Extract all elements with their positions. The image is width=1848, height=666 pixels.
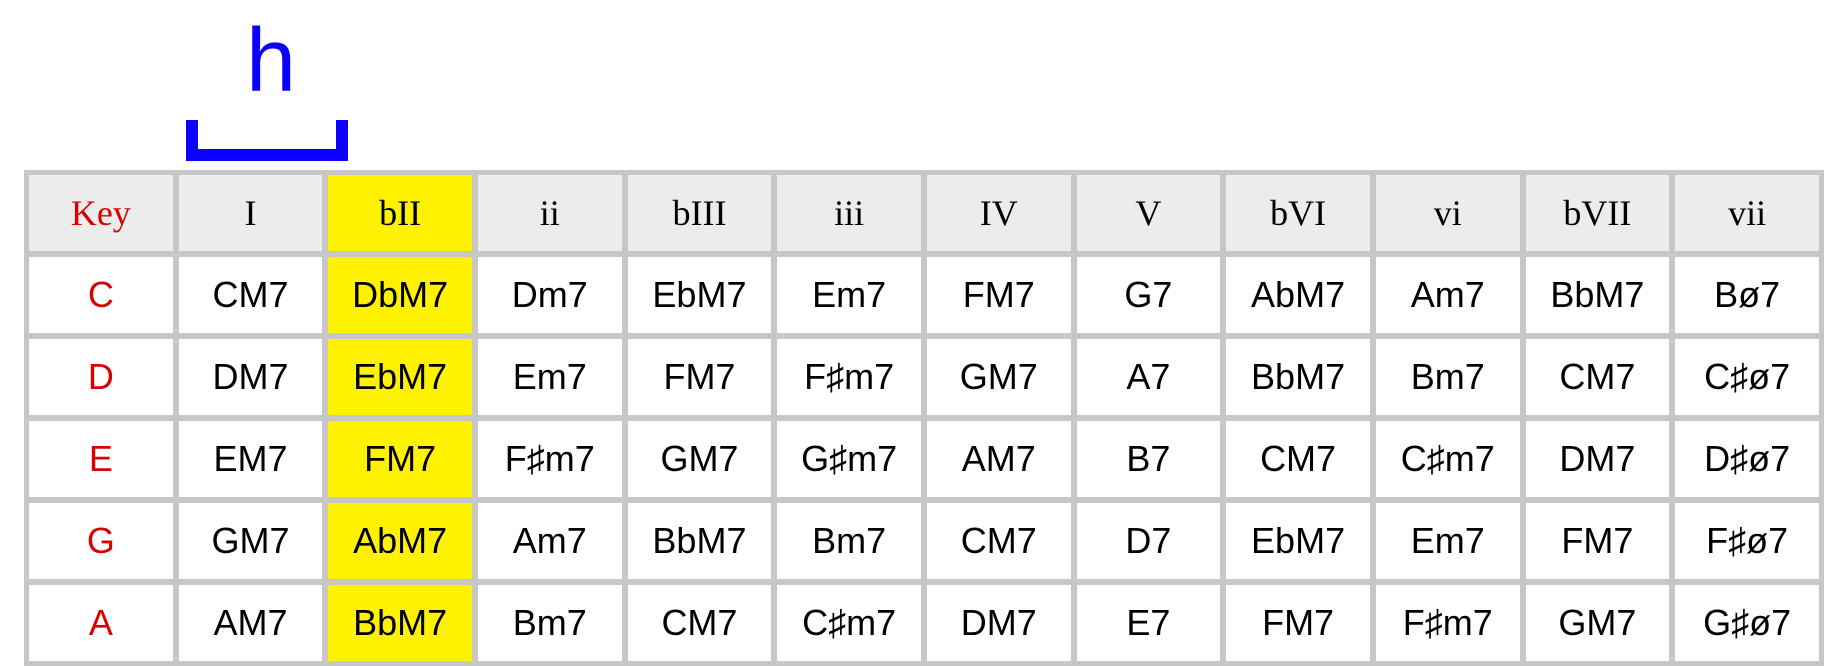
cell: EbM7 [327, 338, 473, 416]
halfstep-annotation: h [24, 20, 1848, 170]
row-key: C [28, 256, 174, 334]
cell: Am7 [1375, 256, 1521, 334]
cell: F♯m7 [1375, 584, 1521, 662]
cell: D♯ø7 [1674, 420, 1820, 498]
cell: EM7 [178, 420, 324, 498]
cell: F♯m7 [477, 420, 623, 498]
table-row: G GM7 AbM7 Am7 BbM7 Bm7 CM7 D7 EbM7 Em7 … [28, 502, 1820, 580]
cell: G7 [1076, 256, 1222, 334]
cell: DM7 [926, 584, 1072, 662]
header-bII: bII [327, 174, 473, 252]
header-iii: iii [776, 174, 922, 252]
header-row: Key I bII ii bIII iii IV V bVI vi bVII v… [28, 174, 1820, 252]
cell: DbM7 [327, 256, 473, 334]
header-IV: IV [926, 174, 1072, 252]
cell: FM7 [926, 256, 1072, 334]
table-row: A AM7 BbM7 Bm7 CM7 C♯m7 DM7 E7 FM7 F♯m7 … [28, 584, 1820, 662]
cell: Em7 [477, 338, 623, 416]
header-bVII: bVII [1525, 174, 1671, 252]
halfstep-bracket-icon [24, 20, 424, 180]
table-row: C CM7 DbM7 Dm7 EbM7 Em7 FM7 G7 AbM7 Am7 … [28, 256, 1820, 334]
cell: CM7 [1225, 420, 1371, 498]
cell: FM7 [327, 420, 473, 498]
cell: E7 [1076, 584, 1222, 662]
header-bVI: bVI [1225, 174, 1371, 252]
cell: AM7 [178, 584, 324, 662]
cell: F♯m7 [776, 338, 922, 416]
table-row: E EM7 FM7 F♯m7 GM7 G♯m7 AM7 B7 CM7 C♯m7 … [28, 420, 1820, 498]
row-key: A [28, 584, 174, 662]
cell: GM7 [178, 502, 324, 580]
cell: FM7 [1525, 502, 1671, 580]
cell: Am7 [477, 502, 623, 580]
cell: CM7 [178, 256, 324, 334]
header-vi: vi [1375, 174, 1521, 252]
cell: AM7 [926, 420, 1072, 498]
cell: CM7 [926, 502, 1072, 580]
cell: CM7 [1525, 338, 1671, 416]
row-key: E [28, 420, 174, 498]
cell: Bø7 [1674, 256, 1820, 334]
cell: GM7 [926, 338, 1072, 416]
row-key: D [28, 338, 174, 416]
cell: C♯m7 [776, 584, 922, 662]
chord-table: Key I bII ii bIII iii IV V bVI vi bVII v… [24, 170, 1824, 666]
header-ii: ii [477, 174, 623, 252]
cell: GM7 [627, 420, 773, 498]
cell: B7 [1076, 420, 1222, 498]
cell: D7 [1076, 502, 1222, 580]
header-I: I [178, 174, 324, 252]
cell: DM7 [1525, 420, 1671, 498]
cell: Bm7 [776, 502, 922, 580]
cell: BbM7 [327, 584, 473, 662]
cell: C♯ø7 [1674, 338, 1820, 416]
cell: GM7 [1525, 584, 1671, 662]
row-key: G [28, 502, 174, 580]
cell: CM7 [627, 584, 773, 662]
table-row: D DM7 EbM7 Em7 FM7 F♯m7 GM7 A7 BbM7 Bm7 … [28, 338, 1820, 416]
cell: FM7 [627, 338, 773, 416]
cell: A7 [1076, 338, 1222, 416]
cell: FM7 [1225, 584, 1371, 662]
cell: Bm7 [477, 584, 623, 662]
cell: EbM7 [1225, 502, 1371, 580]
header-key: Key [28, 174, 174, 252]
cell: DM7 [178, 338, 324, 416]
header-vii: vii [1674, 174, 1820, 252]
cell: G♯ø7 [1674, 584, 1820, 662]
cell: G♯m7 [776, 420, 922, 498]
cell: Dm7 [477, 256, 623, 334]
header-bIII: bIII [627, 174, 773, 252]
cell: Bm7 [1375, 338, 1521, 416]
cell: EbM7 [627, 256, 773, 334]
cell: BbM7 [1525, 256, 1671, 334]
cell: AbM7 [1225, 256, 1371, 334]
cell: Em7 [776, 256, 922, 334]
cell: BbM7 [1225, 338, 1371, 416]
cell: Em7 [1375, 502, 1521, 580]
cell: BbM7 [627, 502, 773, 580]
header-V: V [1076, 174, 1222, 252]
cell: AbM7 [327, 502, 473, 580]
cell: F♯ø7 [1674, 502, 1820, 580]
cell: C♯m7 [1375, 420, 1521, 498]
